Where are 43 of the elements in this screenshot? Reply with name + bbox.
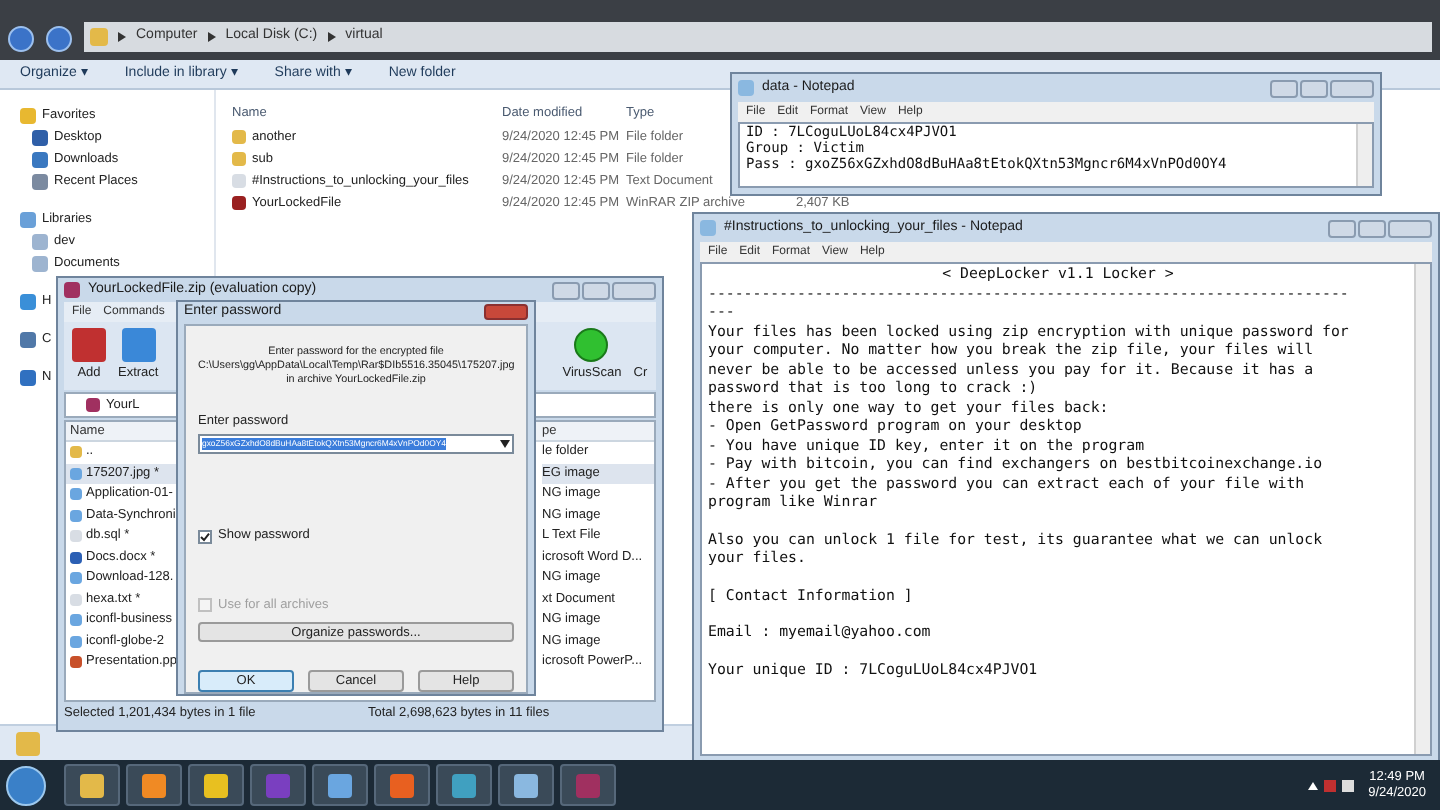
minimize-button[interactable] bbox=[1270, 79, 1298, 97]
nav-icon bbox=[20, 332, 36, 348]
app-icon bbox=[266, 773, 290, 797]
app-icon bbox=[204, 773, 228, 797]
taskbar-app-button[interactable] bbox=[498, 764, 554, 806]
taskbar-app-button[interactable] bbox=[374, 764, 430, 806]
nav-icon bbox=[20, 294, 36, 310]
checkbox[interactable] bbox=[198, 529, 212, 544]
app-icon bbox=[80, 773, 104, 797]
taskbar-app-button[interactable] bbox=[64, 764, 120, 806]
dropdown-arrow-icon bbox=[500, 440, 510, 449]
notepad-icon bbox=[738, 80, 754, 96]
archive-icon bbox=[64, 282, 80, 298]
caret-icon bbox=[118, 32, 126, 42]
nav-icon bbox=[20, 370, 36, 386]
notepad-icon bbox=[700, 220, 716, 236]
tool-icon bbox=[72, 328, 106, 363]
taskbar-app-button[interactable] bbox=[188, 764, 244, 806]
maximize-button[interactable] bbox=[1358, 219, 1386, 237]
maximize-button[interactable] bbox=[1300, 79, 1328, 97]
tool-icon bbox=[121, 328, 156, 363]
scan-icon bbox=[574, 328, 609, 363]
taskbar-app-button[interactable] bbox=[126, 764, 182, 806]
close-button[interactable] bbox=[484, 304, 528, 321]
minimize-button[interactable] bbox=[1328, 219, 1356, 237]
app-icon bbox=[142, 773, 166, 797]
tray-arrow-icon[interactable] bbox=[1308, 781, 1319, 789]
forward-button[interactable] bbox=[46, 26, 72, 52]
caret-icon bbox=[327, 32, 336, 42]
caret-icon bbox=[207, 32, 216, 42]
taskbar-app-button[interactable] bbox=[436, 764, 492, 806]
app-icon bbox=[514, 773, 538, 797]
app-icon bbox=[390, 773, 414, 797]
minimize-button[interactable] bbox=[552, 281, 580, 299]
folder-icon bbox=[90, 28, 108, 46]
app-icon bbox=[328, 773, 352, 797]
folder-icon bbox=[16, 731, 40, 755]
back-button[interactable] bbox=[8, 26, 34, 52]
maximize-button[interactable] bbox=[582, 281, 610, 299]
taskbar-app-button[interactable] bbox=[312, 764, 368, 806]
app-icon bbox=[452, 773, 476, 797]
start-button[interactable] bbox=[6, 765, 46, 805]
app-icon bbox=[576, 773, 600, 797]
